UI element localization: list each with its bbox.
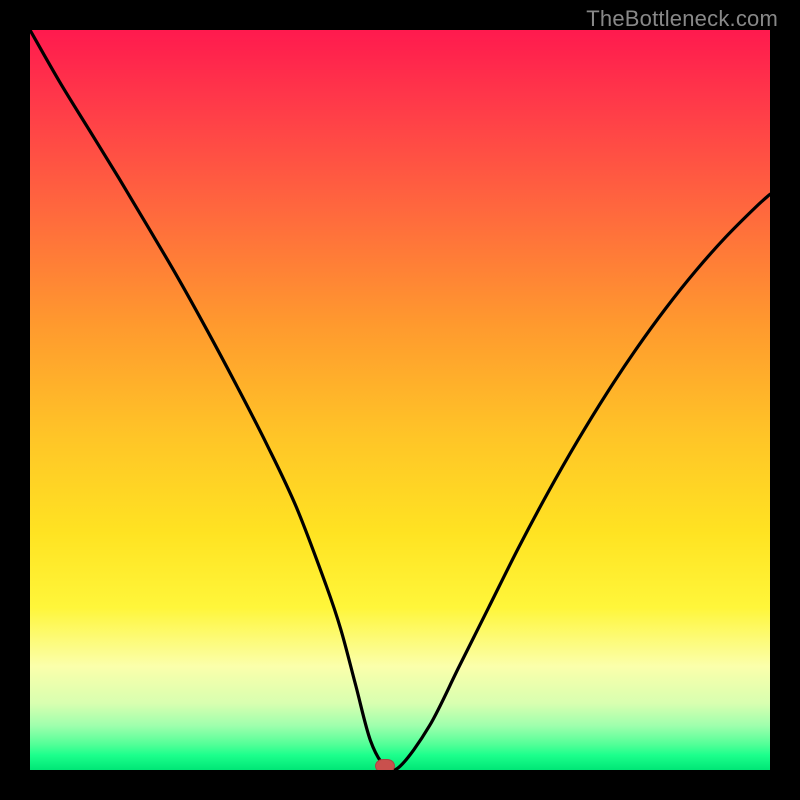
- optimal-point-marker: [375, 759, 395, 770]
- watermark-text: TheBottleneck.com: [586, 6, 778, 32]
- plot-area: [30, 30, 770, 770]
- bottleneck-curve: [30, 30, 770, 770]
- chart-frame: TheBottleneck.com: [0, 0, 800, 800]
- curve-svg: [30, 30, 770, 770]
